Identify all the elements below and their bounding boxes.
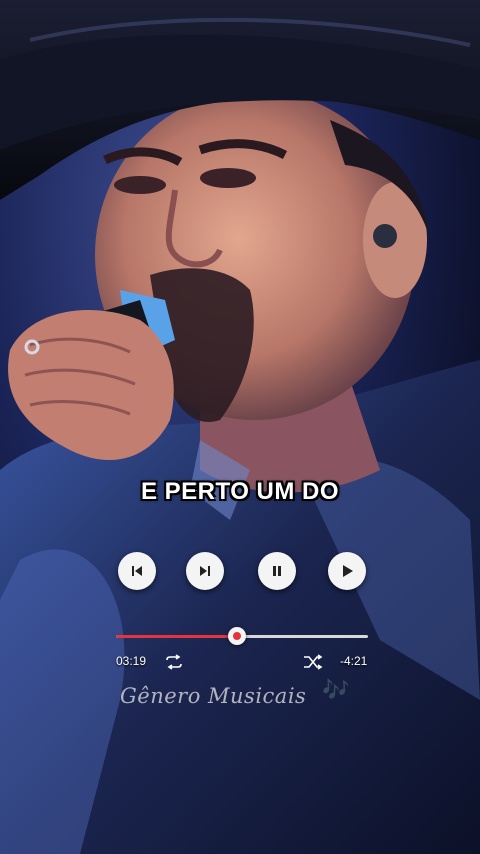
play-icon bbox=[343, 565, 353, 577]
next-track-button[interactable] bbox=[186, 552, 224, 590]
background-photo bbox=[0, 0, 480, 854]
repeat-icon[interactable] bbox=[163, 654, 185, 670]
progress-fill bbox=[116, 635, 237, 638]
pause-button[interactable] bbox=[258, 552, 296, 590]
progress-knob[interactable] bbox=[227, 627, 246, 645]
watermark-text: Gênero Musicais bbox=[120, 684, 307, 708]
pause-icon bbox=[273, 566, 281, 576]
elapsed-time: 03:19 bbox=[116, 654, 147, 668]
skip-back-icon bbox=[132, 566, 142, 576]
shuffle-icon[interactable] bbox=[302, 654, 324, 670]
remaining-time: -4:21 bbox=[340, 654, 368, 668]
lyric-caption: E PERTO UM DO bbox=[140, 478, 340, 505]
previous-track-button[interactable] bbox=[118, 552, 156, 590]
play-button[interactable] bbox=[328, 552, 366, 590]
progress-bar[interactable] bbox=[116, 627, 368, 645]
skip-forward-icon bbox=[200, 566, 210, 576]
music-notes-icon: 🎶 bbox=[322, 678, 350, 703]
